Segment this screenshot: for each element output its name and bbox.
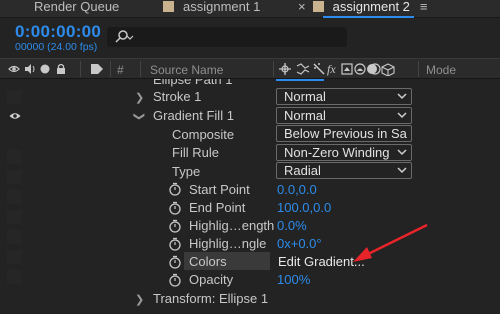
layer-switches-icons[interactable]: fx [278, 62, 408, 76]
av-switch-cell[interactable] [7, 90, 22, 104]
stopwatch-icon[interactable] [168, 182, 182, 196]
end-point-value[interactable]: 100.0,0.0 [277, 200, 331, 215]
red-annotation-arrow-icon [353, 223, 428, 262]
av-switch-cell[interactable] [7, 270, 22, 284]
composite-select[interactable]: Below Previous in Sa [276, 125, 412, 142]
av-feature-switches-icons[interactable] [8, 63, 70, 75]
stopwatch-icon[interactable] [168, 237, 182, 251]
chevron-down-icon [397, 93, 407, 100]
column-divider [80, 61, 81, 77]
chevron-down-icon [397, 149, 407, 156]
start-point-value[interactable]: 0.0,0.0 [277, 182, 317, 197]
source-name-header[interactable]: Source Name [150, 63, 223, 77]
stroke-blend-mode-select[interactable]: Normal [276, 88, 412, 105]
stopwatch-icon[interactable] [168, 219, 182, 233]
tab-assignment-1[interactable]: assignment 1 [163, 0, 260, 18]
collapse-chevron-icon[interactable]: ❯ [133, 112, 146, 121]
active-tab-indicator [323, 16, 414, 18]
chevron-down-icon [397, 112, 407, 119]
colors-label: Colors [189, 254, 227, 269]
stopwatch-icon[interactable] [168, 255, 182, 269]
column-divider [110, 61, 111, 77]
chevron-down-icon [397, 167, 407, 174]
stopwatch-icon[interactable] [168, 273, 182, 287]
property-link-indicator [276, 79, 324, 81]
start-point-label: Start Point [189, 182, 250, 197]
av-switch-cell[interactable] [7, 190, 22, 204]
stroke-label: Stroke 1 [153, 89, 202, 104]
highlight-length-label: Highlig…ength [189, 218, 275, 233]
layer-number-header: # [117, 63, 124, 77]
stopwatch-icon[interactable] [168, 201, 182, 215]
gradient-fill-label: Gradient Fill 1 [153, 108, 234, 123]
highlight-length-value[interactable]: 0.0% [277, 218, 307, 233]
av-switch-cell[interactable] [7, 170, 22, 184]
svg-text:fx: fx [327, 62, 336, 76]
fill-rule-select[interactable]: Non-Zero Winding [276, 144, 412, 161]
layer-column-header [0, 58, 500, 79]
frame-rate-label: 00000 (24.00 fps) [15, 41, 98, 53]
gradient-fill-blend-mode-select[interactable]: Normal [276, 107, 412, 124]
column-divider [418, 61, 419, 77]
column-divider [273, 61, 274, 77]
expand-chevron-icon[interactable]: ❯ [135, 293, 144, 306]
label-tag-icon[interactable] [90, 63, 104, 75]
highlight-angle-label: Highlig…ngle [189, 236, 267, 251]
panel-menu-icon[interactable]: ≡ [420, 0, 428, 14]
av-switch-cell[interactable] [7, 210, 22, 224]
search-input[interactable] [107, 27, 347, 47]
fill-rule-label: Fill Rule [172, 145, 219, 160]
opacity-value[interactable]: 100% [277, 272, 310, 287]
opacity-label: Opacity [189, 272, 234, 287]
end-point-label: End Point [189, 200, 246, 215]
current-time-display[interactable]: 0:00:00:00 [15, 22, 101, 42]
tab-render-queue[interactable]: Render Queue [34, 0, 119, 18]
expand-chevron-icon[interactable]: ❯ [135, 91, 144, 104]
mode-header: Mode [426, 63, 457, 77]
close-icon[interactable]: × [298, 0, 306, 14]
type-label: Type [172, 164, 201, 179]
av-switch-cell[interactable] [7, 250, 22, 264]
av-switch-cell[interactable] [7, 230, 22, 244]
transform-label: Transform: Ellipse 1 [153, 291, 269, 306]
av-switch-cell[interactable] [7, 150, 22, 164]
highlight-angle-value[interactable]: 0x+0.0° [277, 236, 322, 251]
eye-icon[interactable] [9, 111, 21, 121]
gradient-type-select[interactable]: Radial [276, 162, 412, 179]
comp-swatch-icon [312, 1, 324, 12]
comp-swatch-icon [163, 1, 174, 12]
column-divider [140, 61, 141, 77]
composite-label: Composite [172, 127, 235, 142]
search-icon [115, 30, 134, 43]
